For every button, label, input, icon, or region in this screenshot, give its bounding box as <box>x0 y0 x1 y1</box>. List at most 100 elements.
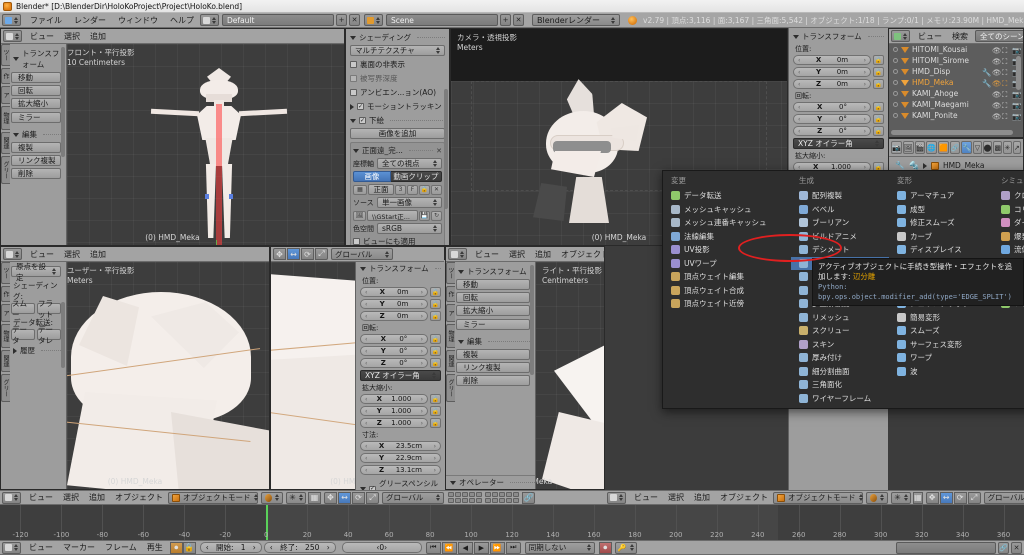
image-unlink-icon[interactable]: ✕ <box>431 184 442 195</box>
image-filepath-field[interactable]: \\GStart正... <box>367 210 418 221</box>
outliner-item[interactable]: HMD_Disp🔧👁⛶📷 <box>889 66 1023 77</box>
wrench-modifier-icon[interactable]: 🔧 <box>982 68 991 77</box>
manipulator-scale[interactable]: ⤢ <box>967 491 981 504</box>
properties-tab-scene[interactable]: 🎬 <box>914 141 926 154</box>
viewport-menu-view[interactable]: ビュー <box>470 249 504 260</box>
viewport-menu-view[interactable]: ビュー <box>24 492 58 503</box>
tab-movie-clip[interactable]: 動画クリップ <box>390 171 442 182</box>
viewport-menu-view[interactable]: ビュー <box>25 31 59 42</box>
menu-file[interactable]: ファイル <box>24 14 68 27</box>
modifier-menu-item[interactable]: サーフェス変形 <box>889 338 993 352</box>
properties-tab-modifiers[interactable]: 🔧 <box>961 141 973 154</box>
renderable-camera-icon[interactable]: 📷 <box>1012 46 1021 55</box>
tool-button-duplicate-linked[interactable]: リンク複製 <box>456 362 530 373</box>
image-save-icon[interactable]: 💾 <box>419 210 430 221</box>
toolshelf-tab-physics[interactable]: 物理演算 <box>1 324 10 348</box>
manipulator-translate[interactable]: ↔ <box>939 491 953 504</box>
location-y-lock-icon[interactable]: 🔓 <box>873 67 884 77</box>
location-x-field[interactable]: ‹ X 0m › <box>793 55 871 65</box>
pivot-point-dropdown[interactable]: ✳ <box>891 491 911 504</box>
selectable-cursor-icon[interactable]: ⛶ <box>1002 112 1010 121</box>
outliner-item-selected[interactable]: HMD_Meka🔧👁⛶📷 <box>889 77 1023 88</box>
modifier-menu-item[interactable]: カーブ <box>889 230 993 244</box>
rotation-z-field[interactable]: ‹ Z 0° › <box>793 126 871 136</box>
outliner-item[interactable]: KAMI_Ponite 👁 ⛶ 📷 <box>889 110 1023 121</box>
expand-dot-icon[interactable] <box>893 58 898 63</box>
next-keyframe-button[interactable]: ⏩ <box>489 541 505 554</box>
expand-dot-icon[interactable] <box>893 47 898 52</box>
panel-header-transform[interactable]: トランスフォーム <box>793 31 884 42</box>
transform-orientation-dropdown[interactable]: グローバル <box>331 248 393 260</box>
checkbox-row-ao[interactable]: アンビエン...ョン(AO) <box>350 87 445 98</box>
outliner-display-mode[interactable]: 全てのシーン <box>975 30 1023 42</box>
interaction-mode-dropdown[interactable]: オブジェクトモード <box>773 491 863 504</box>
keying-set-lock-icon[interactable]: 🔒 <box>182 541 196 554</box>
modifier-menu-item[interactable]: 修正スムーズ <box>889 216 993 230</box>
timeline-menu-marker[interactable]: マーカー <box>58 542 100 553</box>
play-reverse-button[interactable]: ◀ <box>457 541 473 554</box>
tool-button-translate[interactable]: 移動 <box>456 279 530 290</box>
location-y-field[interactable]: ‹ Y 0m › <box>793 67 871 77</box>
interaction-mode-dropdown[interactable]: オブジェクトモード <box>168 491 258 504</box>
auto-keyframe-toggle[interactable]: ⏺ <box>169 541 183 554</box>
outliner-item[interactable]: HITOMI_Kousai 👁 ⛶ 📷 <box>889 44 1023 55</box>
toolshelf-tab-grease-pencil[interactable]: グリースペンシル <box>446 374 455 402</box>
modifier-menu-item[interactable]: 法線編集 <box>663 230 791 244</box>
modifier-menu-item[interactable]: ワープ <box>889 351 993 365</box>
modifier-menu-item[interactable]: データ転送 <box>663 189 791 203</box>
visibility-eye-icon[interactable]: 👁 <box>992 57 1002 66</box>
modifier-menu-item[interactable]: 細分割曲面 <box>791 365 889 379</box>
rotation-y-lock-icon[interactable]: 🔓 <box>430 346 441 356</box>
editor-type-selector-view3d[interactable] <box>3 248 22 260</box>
toolshelf-tab-create[interactable]: 作成 <box>1 286 10 302</box>
background-image-header[interactable]: 正面遠_完... ✕ <box>353 145 442 156</box>
manipulator-scale[interactable]: ⤢ <box>315 248 328 260</box>
play-button[interactable]: ▶ <box>473 541 489 554</box>
properties-tab-texture[interactable]: ▩ <box>993 141 1003 154</box>
transform-orientation-dropdown[interactable]: グローバル <box>382 491 444 504</box>
location-z-field[interactable]: ‹ Z 0m › <box>360 311 428 321</box>
add-image-button[interactable]: 画像を追加 <box>350 128 445 139</box>
modifier-menu-item[interactable]: 三角面化 <box>791 378 889 392</box>
expand-dot-icon[interactable] <box>893 69 898 74</box>
toolshelf-tab-relations[interactable]: 関連付け <box>446 350 455 372</box>
outliner-menu-search[interactable]: 検索 <box>947 31 973 42</box>
checkbox-apply-view-icon[interactable] <box>353 238 360 245</box>
tool-button-scale[interactable]: 拡大縮小 <box>456 305 530 316</box>
checkbox-row-apply-view[interactable]: ビューにも適用 <box>353 236 442 245</box>
manipulator-toggle[interactable]: ✥ <box>324 491 337 504</box>
delete-scene-button[interactable]: ✕ <box>513 14 524 26</box>
lock-to-scene-toggle[interactable]: 🔗 <box>522 491 535 504</box>
scale-z-lock-icon[interactable]: 🔓 <box>430 418 441 428</box>
viewport-menu-add[interactable]: 追加 <box>689 492 715 503</box>
modifier-menu-item[interactable]: ブーリアン <box>791 216 889 230</box>
location-x-field[interactable]: ‹ X 0m › <box>360 287 428 297</box>
selectable-cursor-icon[interactable]: ⛶ <box>1002 101 1010 110</box>
jump-to-end-button[interactable]: ⏭ <box>505 541 521 554</box>
tool-button-duplicate[interactable]: 複製 <box>456 349 530 360</box>
viewport-menu-select[interactable]: 選択 <box>59 31 85 42</box>
panel-header-transform[interactable]: トランスフォーム <box>360 263 441 274</box>
screen-layout-icon-button[interactable] <box>200 14 219 26</box>
toolshelf-tab-animation[interactable]: アニメ <box>446 304 455 322</box>
location-z-lock-icon[interactable]: 🔓 <box>873 79 884 89</box>
keying-set-dropdown[interactable]: 🔑 <box>614 541 637 554</box>
snap-toggle[interactable]: ▦ <box>308 491 321 504</box>
render-engine-selector[interactable]: Blenderレンダー <box>532 14 620 26</box>
manipulator-rotate[interactable]: ⟳ <box>301 248 314 260</box>
menu-help[interactable]: ヘルプ <box>164 14 200 27</box>
source-dropdown[interactable]: 単一画像 <box>377 197 442 208</box>
texture-mode-dropdown[interactable]: マルチテクスチャ <box>350 45 445 56</box>
tool-button-mirror[interactable]: ミラー <box>11 112 61 123</box>
rotation-y-field[interactable]: ‹ Y 0° › <box>793 114 871 124</box>
toolshelf-tab-tools[interactable]: ツール <box>1 262 10 284</box>
visibility-eye-icon[interactable]: 👁 <box>992 79 1002 88</box>
selectable-cursor-icon[interactable]: ⛶ <box>1002 46 1010 55</box>
editor-type-selector-info[interactable] <box>2 14 21 26</box>
delete-screen-layout-button[interactable]: ✕ <box>349 14 360 26</box>
rotation-mode-dropdown[interactable]: XYZ オイラー角 <box>360 370 441 381</box>
toolshelf-scrollbar[interactable] <box>530 265 534 375</box>
image-users-count[interactable]: 3 <box>395 184 406 195</box>
toolshelf-tab-tools[interactable]: ツール <box>1 44 10 66</box>
rotation-x-field[interactable]: ‹ X 0° › <box>360 334 428 344</box>
